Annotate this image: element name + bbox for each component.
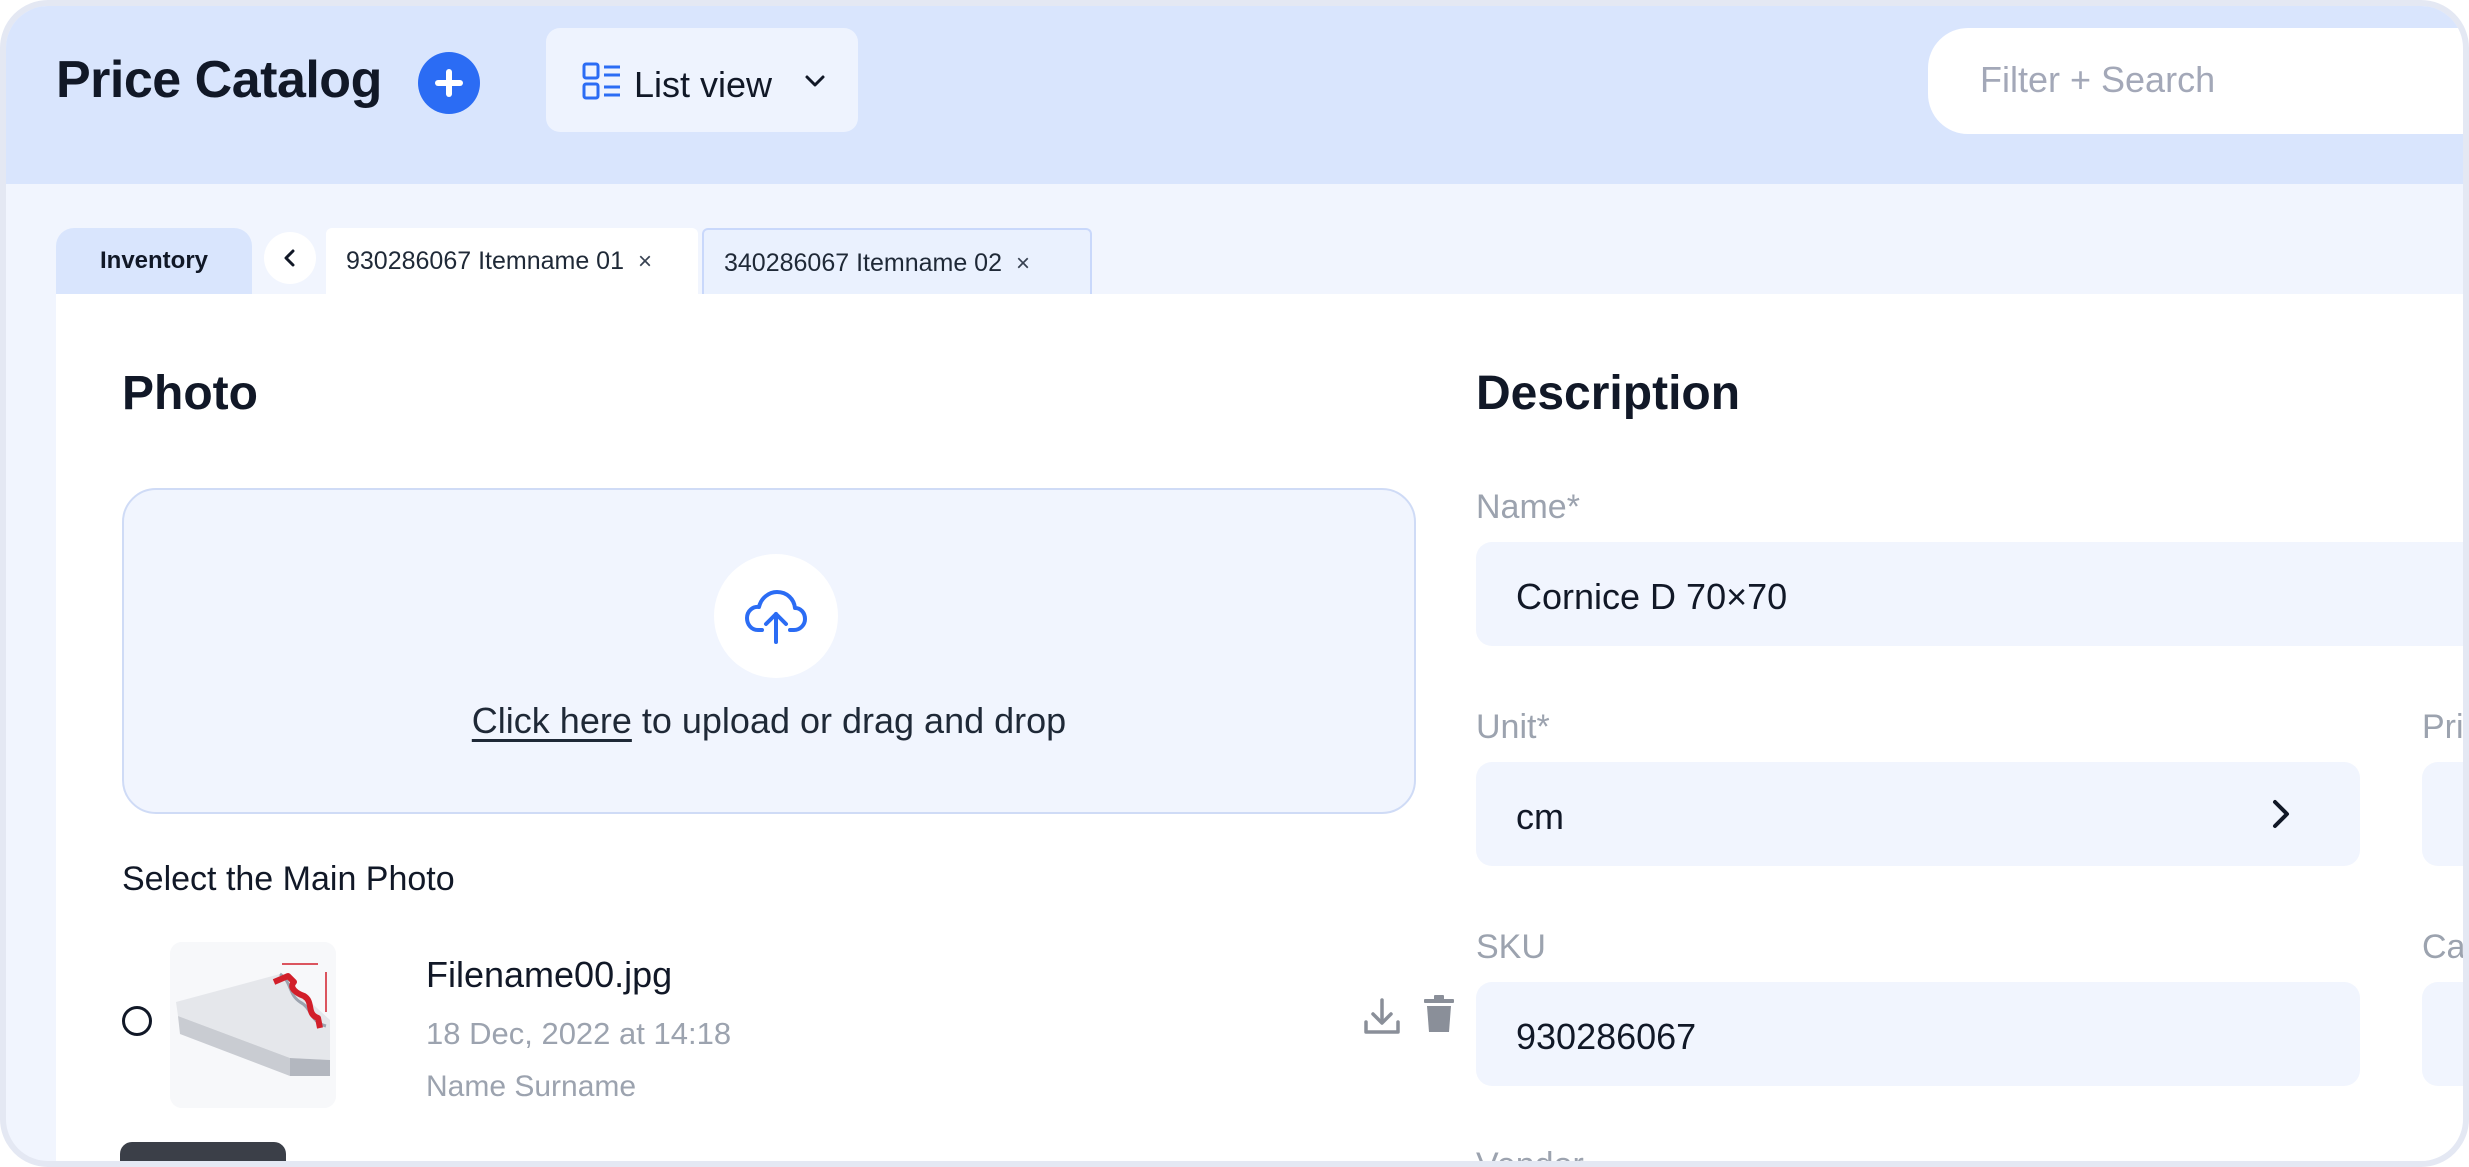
unit-label: Unit* <box>1476 708 1550 746</box>
upload-text: to upload or drag and drop <box>631 700 1067 741</box>
upload-link[interactable]: Click here <box>472 700 632 741</box>
photo-heading: Photo <box>122 367 258 420</box>
list-view-label: List view <box>634 64 773 105</box>
download-icon[interactable] <box>1362 996 1402 1036</box>
trash-icon[interactable] <box>1422 994 1456 1034</box>
list-view-icon <box>582 62 620 100</box>
page-title: Price Catalog <box>56 51 382 109</box>
unit-select[interactable]: cm <box>1476 762 2360 866</box>
upload-button[interactable] <box>714 554 838 678</box>
tab-strip: Inventory 930286067 Itemname 01 × 3402860… <box>6 184 2463 298</box>
main-photo-radio[interactable] <box>122 1006 152 1036</box>
tab-label: 930286067 Itemname 01 <box>346 247 624 275</box>
price-field[interactable] <box>2422 762 2463 866</box>
name-label: Name* <box>1476 488 1580 526</box>
category-label: Ca <box>2422 928 2466 966</box>
plus-icon[interactable] <box>418 52 480 114</box>
photo-upload-dropzone[interactable]: Click here to upload or drag and drop <box>122 488 1416 814</box>
unit-value: cm <box>1516 796 1564 837</box>
top-bar: Price Catalog List view <box>6 6 2463 184</box>
close-icon[interactable]: × <box>638 229 652 295</box>
description-heading: Description <box>1476 367 1741 420</box>
close-icon[interactable]: × <box>1016 231 1030 297</box>
item-detail-panel: Photo Click here to upload or drag and d… <box>56 294 2466 1167</box>
file-user: Name Surname <box>426 1070 637 1103</box>
photo-file-row: Filename00.jpg 18 Dec, 2022 at 14:18 Nam… <box>122 942 1454 1112</box>
tab-item-2[interactable]: 340286067 Itemname 02 × <box>702 228 1092 298</box>
tab-item-1[interactable]: 930286067 Itemname 01 × <box>326 228 698 298</box>
upload-cloud-icon <box>745 590 807 644</box>
price-label: Pri <box>2422 708 2464 746</box>
name-field[interactable]: Cornice D 70×70 <box>1476 542 2463 646</box>
search-box <box>1928 28 2463 134</box>
app-window: Price Catalog List view Inventory <box>0 0 2469 1167</box>
chevron-down-icon <box>805 75 825 87</box>
chevron-right-icon <box>2273 800 2289 828</box>
photo-thumbnail-2[interactable] <box>120 1142 286 1161</box>
photo-thumbnail[interactable] <box>170 942 336 1108</box>
tab-back-button[interactable] <box>264 232 316 284</box>
upload-instructions: Click here to upload or drag and drop <box>124 700 1414 742</box>
sku-field[interactable]: 930286067 <box>1476 982 2360 1086</box>
search-input[interactable] <box>1980 58 2463 102</box>
tab-label: 340286067 Itemname 02 <box>724 249 1002 277</box>
cornice-image <box>170 942 336 1108</box>
main-photo-label: Select the Main Photo <box>122 860 455 898</box>
name-value: Cornice D 70×70 <box>1516 576 1788 617</box>
vendor-label: Vendor <box>1476 1146 1584 1167</box>
category-field[interactable] <box>2422 982 2463 1086</box>
list-view-button[interactable]: List view <box>546 28 858 132</box>
sku-value: 930286067 <box>1516 1016 1697 1057</box>
sku-label: SKU <box>1476 928 1546 966</box>
file-date: 18 Dec, 2022 at 14:18 <box>426 1016 732 1051</box>
tab-inventory[interactable]: Inventory <box>56 228 252 298</box>
chevron-left-icon <box>284 249 295 267</box>
file-name: Filename00.jpg <box>426 954 673 995</box>
